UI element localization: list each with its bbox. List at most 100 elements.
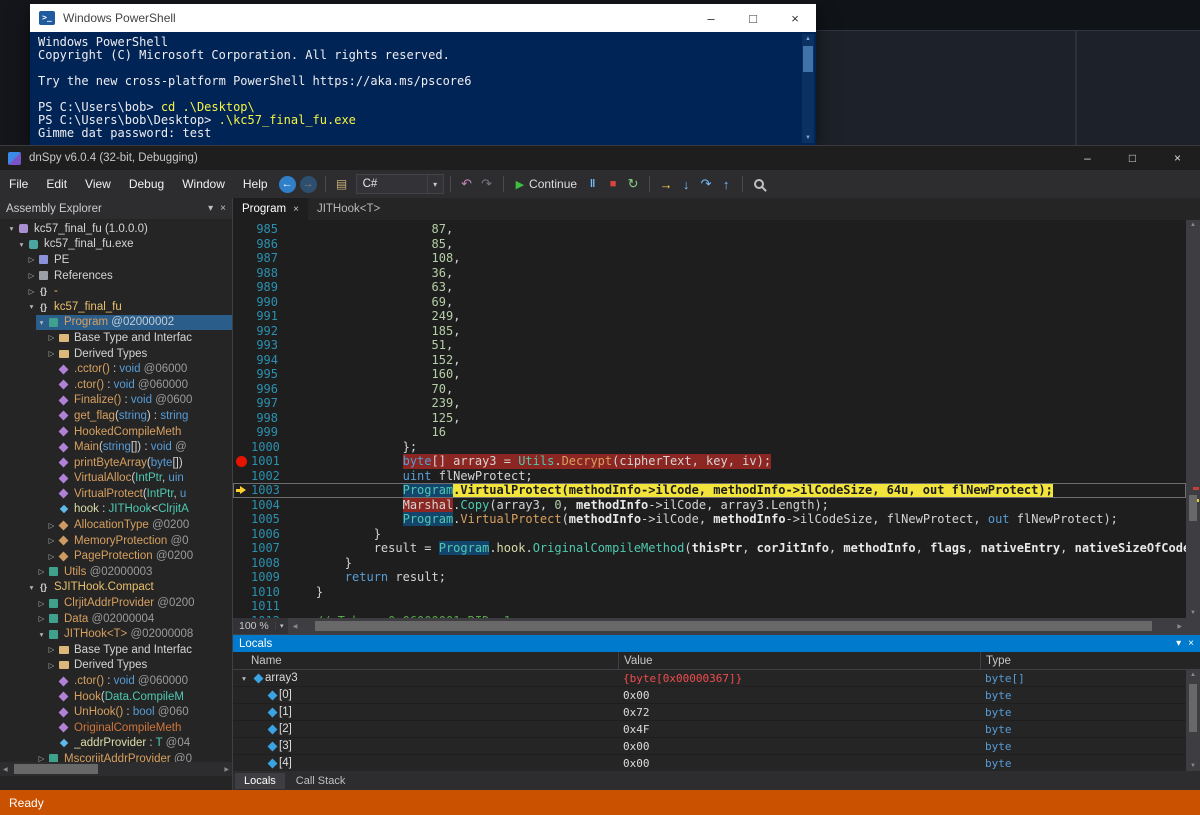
scroll-right-icon[interactable]: ▶ (224, 766, 229, 773)
breakpoint-gutter[interactable] (233, 280, 251, 295)
tab-locals[interactable]: Locals (235, 773, 285, 789)
breakpoint-gutter[interactable] (233, 440, 251, 455)
tree-item[interactable]: ▷Derived Types (0, 658, 232, 674)
tree-item[interactable]: ▷References (0, 268, 232, 284)
locals-row[interactable]: [0]0x00byte (233, 687, 1200, 704)
editor-vscrollbar[interactable]: ▲ ▼ (1186, 220, 1200, 618)
expander-icon[interactable]: ▷ (26, 287, 37, 296)
show-next-statement-button[interactable]: → (656, 173, 676, 195)
chevron-down-icon[interactable]: ▾ (275, 622, 288, 630)
breakpoint-gutter[interactable] (233, 585, 251, 600)
breakpoint-dot[interactable] (236, 456, 247, 467)
column-header-value[interactable]: Value (618, 652, 980, 669)
tab-call-stack[interactable]: Call Stack (287, 773, 355, 789)
chevron-down-icon[interactable]: ▾ (427, 175, 443, 193)
menu-window[interactable]: Window (173, 170, 234, 198)
scrollbar-thumb[interactable] (315, 621, 1152, 631)
expander-icon[interactable]: ▾ (26, 302, 37, 311)
tree-item[interactable]: ▷Base Type and Interfac (0, 642, 232, 658)
step-over-button[interactable]: ↷ (696, 173, 716, 195)
expander-icon[interactable]: ▾ (36, 318, 47, 327)
scrollbar-thumb[interactable] (14, 764, 98, 774)
tree-item[interactable]: Hook(Data.CompileM (0, 689, 232, 705)
tree-item[interactable]: _addrProvider : T @04 (0, 736, 232, 752)
close-icon[interactable]: × (220, 203, 226, 214)
powershell-scrollbar[interactable]: ▲ ▼ (802, 34, 814, 143)
dnspy-titlebar[interactable]: dnSpy v6.0.4 (32-bit, Debugging) – □ × (0, 146, 1200, 170)
expander-icon[interactable]: ▷ (46, 521, 57, 530)
step-into-button[interactable]: ↓ (676, 173, 696, 195)
expander-icon[interactable]: ▷ (26, 255, 37, 264)
continue-button[interactable]: ▶ Continue (510, 173, 584, 195)
expander-icon[interactable]: ▷ (36, 567, 47, 576)
close-icon[interactable]: × (293, 204, 299, 215)
breakpoint-gutter[interactable] (233, 266, 251, 281)
scrollbar-thumb[interactable] (1189, 495, 1197, 521)
scroll-up-icon[interactable]: ▲ (1190, 222, 1196, 228)
breakpoint-gutter[interactable] (233, 512, 251, 527)
expander-icon[interactable]: ▾ (36, 630, 47, 639)
expander-icon[interactable]: ▾ (6, 224, 17, 233)
scroll-left-icon[interactable]: ◀ (3, 766, 8, 773)
tree-item[interactable]: Finalize() : void @0600 (0, 393, 232, 409)
locals-vscrollbar[interactable]: ▲ ▼ (1186, 670, 1200, 771)
tree-item[interactable]: ▷MscorjitAddrProvider @0 (0, 751, 232, 762)
scroll-down-icon[interactable]: ▼ (1190, 610, 1196, 616)
expander-icon[interactable]: ▷ (36, 599, 47, 608)
locals-row[interactable]: [2]0x4Fbyte (233, 721, 1200, 738)
scrollbar-thumb[interactable] (1189, 684, 1197, 732)
tree-item[interactable]: ▾kc57_final_fu (0, 299, 232, 315)
expander-icon[interactable]: ▾ (16, 240, 27, 249)
breakpoint-gutter[interactable] (233, 222, 251, 237)
expander-icon[interactable]: ▷ (46, 661, 57, 670)
breakpoint-gutter[interactable] (233, 382, 251, 397)
tree-item[interactable]: ▾SJITHook.Compact (0, 580, 232, 596)
locals-panel-header[interactable]: Locals ▾ × (233, 635, 1200, 652)
redo-button[interactable]: ↷ (477, 173, 497, 195)
chevron-down-icon[interactable]: ▾ (208, 203, 213, 214)
tree-item[interactable]: VirtualProtect(IntPtr, u (0, 486, 232, 502)
scrollbar-thumb[interactable] (803, 46, 813, 72)
breakpoint-gutter[interactable] (233, 498, 251, 513)
tree-item[interactable]: ▷Data @02000004 (0, 611, 232, 627)
expander-icon[interactable]: ▷ (36, 754, 47, 762)
scroll-up-icon[interactable]: ▲ (1190, 672, 1196, 678)
expander-icon[interactable]: ▾ (26, 583, 37, 592)
scroll-down-icon[interactable]: ▼ (1190, 763, 1196, 769)
expander-icon[interactable]: ▷ (46, 333, 57, 342)
tree-item[interactable]: HookedCompileMeth (0, 424, 232, 440)
zoom-control[interactable]: 100 % ▾ (233, 618, 289, 634)
tree-item[interactable]: ▾kc57_final_fu.exe (0, 237, 232, 253)
powershell-titlebar[interactable]: >_ Windows PowerShell – □ × (30, 4, 816, 32)
undo-button[interactable]: ↶ (457, 173, 477, 195)
tree-item[interactable]: ▷Base Type and Interfac (0, 330, 232, 346)
menu-help[interactable]: Help (234, 170, 277, 198)
close-button[interactable]: × (774, 4, 816, 32)
tree-item[interactable]: ▷PE (0, 252, 232, 268)
language-combo[interactable]: C# ▾ (356, 174, 444, 194)
menu-file[interactable]: File (0, 170, 37, 198)
maximize-button[interactable]: □ (1110, 146, 1155, 170)
breakpoint-gutter[interactable] (233, 570, 251, 585)
tree-item[interactable]: .cctor() : void @06000 (0, 361, 232, 377)
breakpoint-gutter[interactable] (233, 599, 251, 614)
menu-edit[interactable]: Edit (37, 170, 76, 198)
scroll-right-icon[interactable]: ▶ (1177, 623, 1182, 630)
tree-item[interactable]: ▷Utils @02000003 (0, 564, 232, 580)
tree-item[interactable]: .ctor() : void @060000 (0, 377, 232, 393)
expander-icon[interactable]: ▷ (46, 552, 57, 561)
powershell-console[interactable]: Windows PowerShellCopyright (C) Microsof… (30, 32, 816, 145)
breakpoint-gutter[interactable] (233, 527, 251, 542)
breakpoint-gutter[interactable] (233, 295, 251, 310)
tree-item[interactable]: UnHook() : bool @060 (0, 704, 232, 720)
chevron-down-icon[interactable]: ▾ (1176, 638, 1181, 649)
close-icon[interactable]: × (1188, 638, 1194, 649)
search-button[interactable] (749, 173, 769, 195)
menu-debug[interactable]: Debug (120, 170, 173, 198)
editor-hscrollbar[interactable]: ◀ ▶ (289, 618, 1200, 634)
locals-row[interactable]: [3]0x00byte (233, 738, 1200, 755)
maximize-button[interactable]: □ (732, 4, 774, 32)
tab-jithook[interactable]: JITHook<T> (308, 198, 389, 220)
tab-program[interactable]: Program × (233, 198, 308, 220)
column-header-type[interactable]: Type (980, 652, 1200, 669)
